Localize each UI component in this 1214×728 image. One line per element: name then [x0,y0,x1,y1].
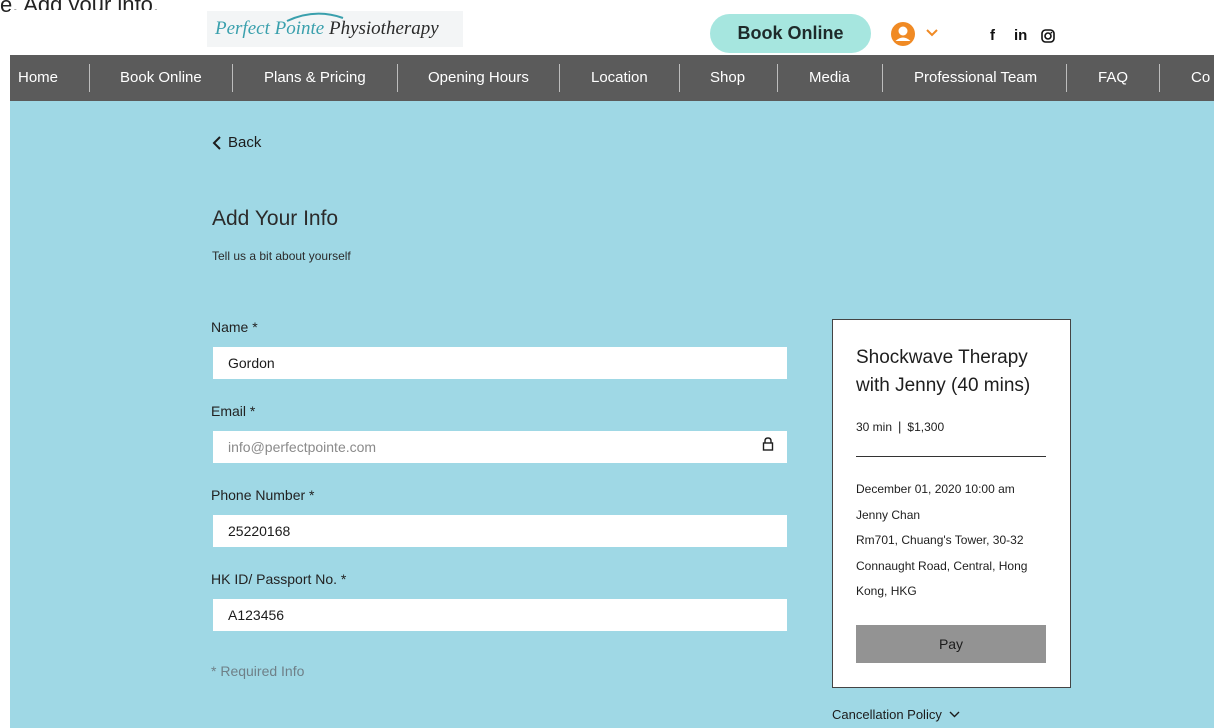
top-header [10,10,1214,55]
pay-button[interactable]: Pay [856,625,1046,663]
email-field[interactable] [213,431,787,463]
facebook-icon[interactable]: f [990,27,995,44]
lock-icon [762,437,774,451]
nav-item-book-online[interactable]: Book Online [120,55,202,101]
linkedin-icon[interactable]: in [1014,27,1027,44]
id-passport-field[interactable] [213,599,787,631]
chevron-down-icon [949,711,960,718]
nav-separator [882,64,883,92]
cancellation-policy-label: Cancellation Policy [832,707,942,722]
appointment-datetime: December 01, 2020 10:00 am [856,482,1015,496]
logo-swoosh-icon [286,12,344,22]
back-link[interactable]: Back [212,134,261,151]
form-title: Add Your Info [212,207,339,230]
name-field[interactable] [213,347,787,379]
summary-divider [856,456,1046,457]
service-title: Shockwave Therapy with Jenny (40 mins) [856,347,1031,396]
booking-form-page: Back Add Your Info Tell us a bit about y… [10,101,1214,728]
nav-item-media[interactable]: Media [809,55,850,101]
nav-separator [559,64,560,92]
nav-item-home[interactable]: Home [18,55,58,101]
book-online-button[interactable]: Book Online [710,14,871,53]
logo-text-physiotherapy: Physiotherapy [328,18,439,39]
nav-separator [679,64,680,92]
id-passport-label: HK ID/ Passport No. * [211,571,347,587]
nav-item-location[interactable]: Location [591,55,648,101]
nav-separator [89,64,90,92]
nav-separator [232,64,233,92]
service-duration: 30 min [856,420,893,434]
user-avatar-icon[interactable] [890,21,916,47]
instagram-icon[interactable] [1041,29,1055,43]
staff-name: Jenny Chan [856,507,921,522]
nav-item-opening-hours[interactable]: Opening Hours [428,55,529,101]
main-navigation: Home Book Online Plans & Pricing Opening… [10,55,1214,101]
service-price: $1,300 [907,420,945,434]
service-meta: 30 min | $1,300 [856,419,944,434]
nav-item-faq[interactable]: FAQ [1098,55,1128,101]
nav-separator [777,64,778,92]
nav-item-shop[interactable]: Shop [710,55,745,101]
nav-item-plans-pricing[interactable]: Plans & Pricing [264,55,366,101]
nav-separator [1159,64,1160,92]
chevron-left-icon [212,135,221,150]
service-details: December 01, 2020 10:00 am Jenny Chan Rm… [856,477,1056,605]
required-note: * Required Info [211,663,305,679]
form-subtitle: Tell us a bit about yourself [212,249,351,263]
clinic-address: Rm701, Chuang's Tower, 30-32 Connaught R… [856,533,1028,598]
nav-item-contact[interactable]: Co [1191,55,1210,101]
chevron-down-icon[interactable] [926,28,938,38]
meta-separator: | [898,419,902,434]
phone-field[interactable] [213,515,787,547]
nav-separator [397,64,398,92]
email-label: Email * [211,403,256,419]
nav-separator [1066,64,1067,92]
cancellation-policy-toggle[interactable]: Cancellation Policy [832,707,960,722]
nav-item-professional-team[interactable]: Professional Team [914,55,1037,101]
back-label: Back [228,134,262,151]
name-label: Name * [211,319,258,335]
booking-summary-card: Shockwave Therapy with Jenny (40 mins) 3… [832,319,1071,688]
phone-label: Phone Number * [211,487,315,503]
